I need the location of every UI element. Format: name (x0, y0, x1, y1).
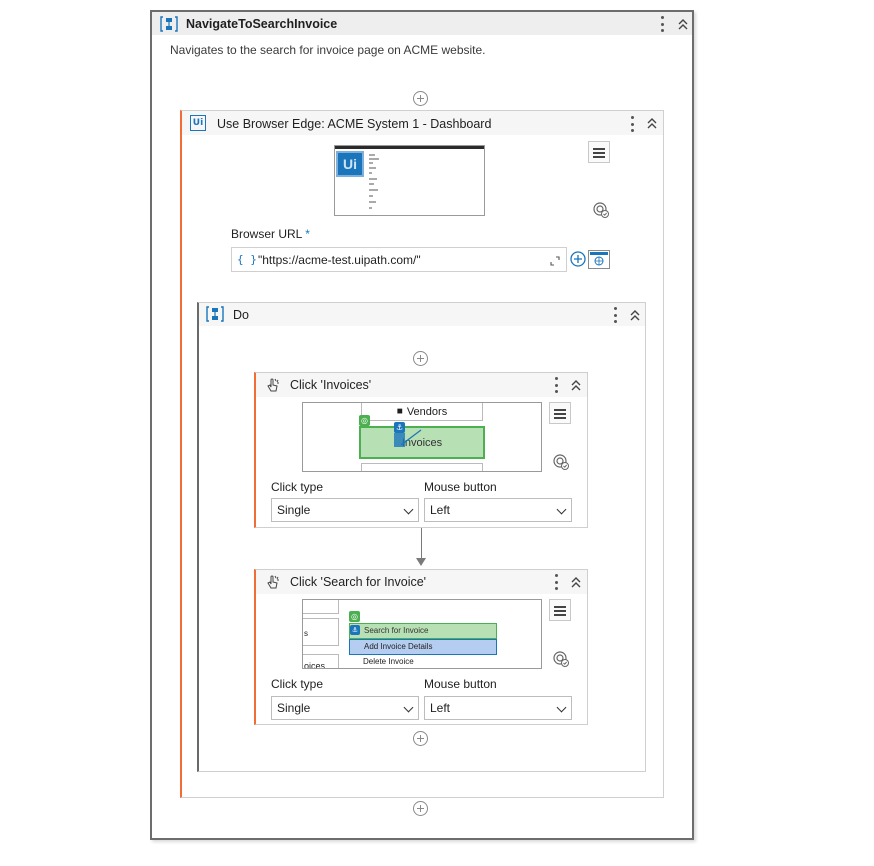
flow-connector-line (421, 528, 422, 558)
sequence-title: NavigateToSearchInvoice (186, 17, 338, 31)
mouse-button-label: Mouse button (424, 480, 497, 494)
anchor-marker-icon: ⚓ (350, 625, 360, 635)
use-browser-header[interactable]: Ui Use Browser Edge: ACME System 1 - Das… (182, 111, 663, 135)
click-invoices-activity[interactable]: Click 'Invoices' ■ Vendors Invoices ◎ ⚓ C… (254, 372, 588, 528)
mouse-button-value: Left (430, 503, 451, 517)
do-title: Do (233, 308, 249, 322)
click-invoices-title: Click 'Invoices' (290, 378, 372, 392)
mouse-button-select[interactable]: Left (424, 498, 572, 522)
browser-url-field[interactable]: { } "https://acme-test.uipath.com/" (231, 247, 567, 272)
anchor-link-line (400, 429, 422, 446)
click-type-value: Single (277, 701, 311, 715)
hamburger-menu-icon[interactable] (549, 599, 571, 621)
mouse-button-label: Mouse button (424, 677, 497, 691)
more-vertical-icon[interactable] (554, 377, 558, 393)
target-marker-icon: ◎ (349, 611, 360, 622)
double-chevron-up-icon[interactable] (677, 17, 689, 31)
chevron-down-icon (403, 504, 414, 515)
chevron-down-icon (556, 504, 567, 515)
click-type-select[interactable]: Single (271, 696, 419, 720)
more-vertical-icon[interactable] (554, 574, 558, 590)
click-type-label: Click type (271, 677, 324, 691)
browser-screenshot-thumbnail[interactable]: Ui (334, 145, 485, 216)
double-chevron-up-icon[interactable] (570, 378, 582, 392)
truck-icon: ■ (396, 406, 403, 417)
thumbnail-search-invoice-text: Search for Invoice (364, 626, 429, 635)
chevron-down-icon (403, 702, 414, 713)
expand-icon[interactable] (550, 256, 560, 266)
thumbnail-vendors-item: ■ Vendors (361, 403, 483, 421)
click-invoices-header[interactable]: Click 'Invoices' (256, 373, 587, 397)
sequence-description: Navigates to the search for invoice page… (170, 43, 486, 57)
sequence-icon (160, 16, 178, 32)
required-mark: * (305, 227, 310, 241)
expression-braces-icon: { } (237, 253, 257, 266)
click-search-invoice-title: Click 'Search for Invoice' (290, 575, 427, 589)
more-vertical-icon[interactable] (613, 307, 617, 323)
click-hand-icon (267, 575, 279, 589)
more-vertical-icon[interactable] (630, 116, 634, 132)
flow-arrow-icon (416, 558, 426, 566)
click-invoices-thumbnail[interactable]: ■ Vendors Invoices ◎ ⚓ (302, 402, 542, 472)
click-search-invoice-thumbnail[interactable]: s oices ◎ Search for Invoice ⚓ Add Invoi… (302, 599, 542, 669)
thumbnail-left-item: oices (303, 654, 339, 669)
plus-circle-icon[interactable] (570, 251, 586, 267)
target-marker-icon: ◎ (359, 415, 370, 426)
more-vertical-icon[interactable] (660, 16, 664, 32)
thumbnail-add-invoice-text: Add Invoice Details (364, 642, 433, 651)
uipath-logo-icon: Ui (336, 151, 364, 177)
hamburger-menu-icon[interactable] (549, 402, 571, 424)
browser-url-label-text: Browser URL (231, 227, 302, 241)
double-chevron-up-icon[interactable] (570, 575, 582, 589)
use-browser-title: Use Browser Edge: ACME System 1 - Dashbo… (217, 117, 492, 131)
thumbnail-next-item (361, 463, 483, 471)
add-activity-plus-icon[interactable] (413, 91, 428, 106)
thumbnail-delete-invoice-item: Delete Invoice (349, 655, 497, 668)
thumbnail-vendors-text: Vendors (406, 405, 448, 418)
browser-url-label: Browser URL * (231, 227, 310, 241)
sequence-header[interactable]: NavigateToSearchInvoice (152, 12, 692, 35)
browser-window-icon[interactable] (588, 250, 610, 269)
add-activity-plus-icon[interactable] (413, 731, 428, 746)
hamburger-menu-icon[interactable] (588, 141, 610, 163)
mouse-button-value: Left (430, 701, 451, 715)
thumbnail-left-item: s (303, 618, 339, 646)
double-chevron-up-icon[interactable] (629, 308, 641, 322)
uipath-app-icon: Ui (190, 115, 206, 131)
add-activity-plus-icon[interactable] (413, 801, 428, 816)
mouse-button-select[interactable]: Left (424, 696, 572, 720)
thumbnail-add-invoice-anchor: Add Invoice Details (349, 639, 497, 655)
add-activity-plus-icon[interactable] (413, 351, 428, 366)
double-chevron-up-icon[interactable] (646, 116, 658, 130)
thumbnail-titlebar (335, 146, 484, 149)
browser-url-value[interactable]: "https://acme-test.uipath.com/" (258, 253, 421, 267)
target-icon[interactable] (553, 651, 569, 667)
thumbnail-scrollbar (484, 156, 485, 206)
click-type-label: Click type (271, 480, 324, 494)
chevron-down-icon (556, 702, 567, 713)
thumbnail-delete-invoice-text: Delete Invoice (363, 657, 414, 666)
sequence-icon (206, 306, 224, 322)
click-type-select[interactable]: Single (271, 498, 419, 522)
thumbnail-left-text: s (304, 629, 308, 638)
click-search-invoice-activity[interactable]: Click 'Search for Invoice' s oices ◎ Sea… (254, 569, 588, 725)
click-type-value: Single (277, 503, 311, 517)
click-search-invoice-header[interactable]: Click 'Search for Invoice' (256, 570, 587, 594)
target-icon[interactable] (593, 202, 609, 218)
do-header[interactable]: Do (199, 303, 645, 326)
target-icon[interactable] (553, 454, 569, 470)
thumbnail-left-text: oices (304, 661, 326, 669)
click-hand-icon (267, 378, 279, 392)
thumbnail-search-invoice-target: Search for Invoice (349, 623, 497, 639)
thumbnail-sidebar-lines (369, 154, 379, 209)
thumbnail-left-item (303, 600, 339, 614)
